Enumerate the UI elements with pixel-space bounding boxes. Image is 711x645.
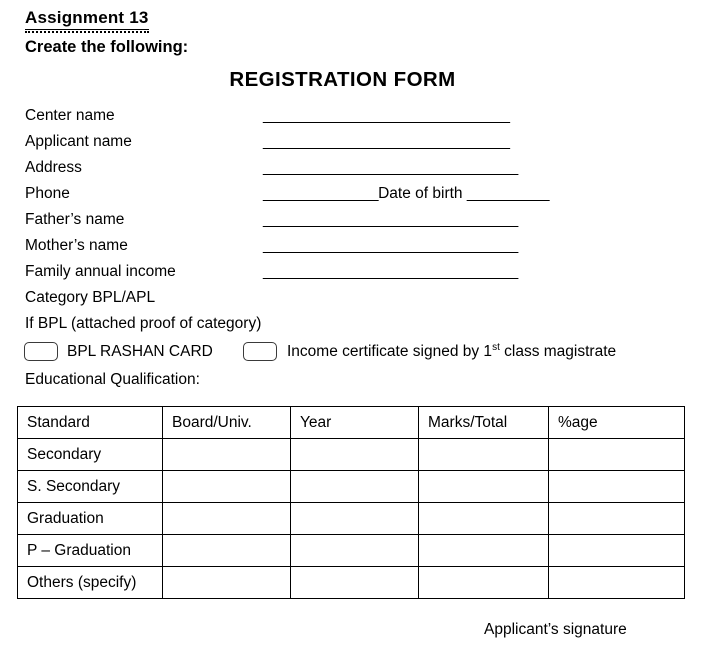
table-cell-standard: Others (specify) [17,566,163,599]
applicant-signature-label: Applicant’s signature [484,621,627,638]
table-cell-board[interactable] [162,438,291,471]
table-cell-standard: Graduation [17,502,163,535]
table-cell-year[interactable] [290,566,419,599]
table-cell-year[interactable] [290,438,419,471]
assignment-title: Assignment 13 [25,8,149,33]
table-cell-board[interactable] [162,502,291,535]
form-title: REGISTRATION FORM [229,68,456,91]
field-label: Mother’s name [25,237,128,254]
field-row-if-bpl: If BPL (attached proof of category) [0,311,711,337]
table-header-cell: Board/Univ. [162,406,291,439]
table-cell-percent[interactable] [548,566,685,599]
table-cell-board[interactable] [162,470,291,503]
field-row-fathers-name: Father’s name __________________________… [0,207,711,233]
instruction-line: Create the following: [25,38,189,56]
rule-before: ______________ [263,185,379,202]
table-cell-marks[interactable] [418,566,549,599]
field-blank-line[interactable]: ______________________________ [263,103,510,129]
table-cell-year[interactable] [290,470,419,503]
field-blank-line[interactable]: _______________________________ [263,207,518,233]
table-row: Others (specify) [17,566,685,599]
field-label: Center name [25,107,115,124]
field-label: Applicant name [25,133,132,150]
table-row: S. Secondary [17,470,685,503]
field-row-applicant-name: Applicant name _________________________… [0,129,711,155]
date-of-birth-label: Date of birth [378,185,467,202]
income-certificate-suffix: class magistrate [499,343,617,360]
rule-before: ______________________________ [263,133,510,150]
income-certificate-prefix: Income certificate signed by 1 [287,343,493,360]
rule-before: _______________________________ [263,237,518,254]
field-label: Father’s name [25,211,125,228]
field-row-mothers-name: Mother’s name __________________________… [0,233,711,259]
field-row-center-name: Center name ____________________________… [0,103,711,129]
table-cell-marks[interactable] [418,470,549,503]
checkbox-label-bpl-rashan-card: BPL RASHAN CARD [67,343,213,360]
table-cell-standard: P – Graduation [17,534,163,567]
field-label: Category BPL/APL [25,289,156,306]
table-cell-marks[interactable] [418,438,549,471]
table-cell-year[interactable] [290,534,419,567]
field-blank-line[interactable]: ______________________________ [263,129,510,155]
field-blank-line[interactable]: _______________________________ [263,259,518,285]
table-cell-year[interactable] [290,502,419,535]
table-header-cell: %age [548,406,685,439]
table-row: Graduation [17,502,685,535]
table-cell-percent[interactable] [548,502,685,535]
table-cell-board[interactable] [162,534,291,567]
table-row: P – Graduation [17,534,685,567]
table-cell-percent[interactable] [548,470,685,503]
table-cell-board[interactable] [162,566,291,599]
field-blank-line[interactable]: _______________________________ [263,233,518,259]
table-cell-percent[interactable] [548,438,685,471]
rule-before: _______________________________ [263,263,518,280]
field-blank-line[interactable]: _______________________________ [263,155,518,181]
education-section-label: Educational Qualification: [25,371,200,388]
rule-before: _______________________________ [263,159,518,176]
field-row-family-annual-income: Family annual income ___________________… [0,259,711,285]
bpl-proof-checkbox-row: BPL RASHAN CARD Income certificate signe… [0,339,711,365]
field-row-phone-dob: Phone ______________Date of birth ______… [0,181,711,207]
field-row-category: Category BPL/APL [0,285,711,311]
field-row-address: Address _______________________________ [0,155,711,181]
table-cell-marks[interactable] [418,534,549,567]
table-cell-percent[interactable] [548,534,685,567]
table-header-row: Standard Board/Univ. Year Marks/Total %a… [17,406,685,439]
field-label: Family annual income [25,263,176,280]
table-cell-standard: Secondary [17,438,163,471]
checkbox-income-certificate[interactable] [243,342,277,361]
field-label: Address [25,159,82,176]
education-qualification-table: Standard Board/Univ. Year Marks/Total %a… [17,406,685,599]
table-cell-standard: S. Secondary [17,470,163,503]
table-header-cell: Year [290,406,419,439]
table-row: Secondary [17,438,685,471]
checkbox-bpl-rashan-card[interactable] [24,342,58,361]
rule-before: ______________________________ [263,107,510,124]
table-cell-marks[interactable] [418,502,549,535]
form-fields: Center name ____________________________… [0,103,711,337]
document-page: Assignment 13 Create the following: REGI… [0,0,711,645]
rule-before: _______________________________ [263,211,518,228]
table-header-cell: Standard [17,406,163,439]
checkbox-label-income-certificate: Income certificate signed by 1st class m… [287,339,616,365]
field-label: Phone [25,185,70,202]
ordinal-superscript: st [492,341,500,353]
field-blank-line[interactable]: ______________Date of birth __________ [263,181,549,207]
table-header-cell: Marks/Total [418,406,549,439]
rule-after: __________ [466,185,550,202]
field-label: If BPL (attached proof of category) [25,315,262,332]
